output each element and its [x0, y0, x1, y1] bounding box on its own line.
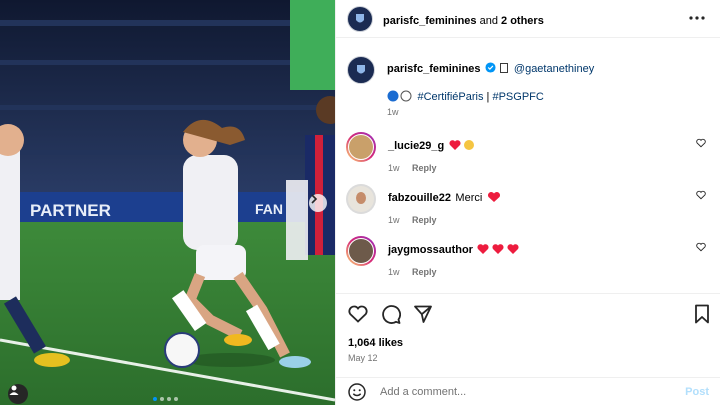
commenter-avatar[interactable]	[346, 236, 376, 266]
header-account-link[interactable]: parisfc_feminines	[383, 15, 477, 27]
tagged-users-button[interactable]	[8, 384, 28, 404]
caption-username[interactable]: parisfc_feminines	[387, 63, 481, 75]
comment: _lucie29_g 1w Reply	[346, 130, 716, 178]
header-and-text: and	[476, 15, 502, 27]
like-comment-heart-icon[interactable]	[696, 138, 706, 148]
comment-body: _lucie29_g	[388, 136, 477, 154]
comment-input[interactable]: Add a comment...	[380, 386, 660, 398]
comment-meta: 1w Reply	[388, 158, 436, 176]
comment-body: jaygmossauthor	[388, 240, 521, 258]
post-comment-button[interactable]: Post	[685, 386, 709, 398]
comment: fabzouille22 Merci 1w Reply	[346, 182, 716, 230]
carousel-next-button[interactable]	[309, 194, 327, 212]
circle-emojis	[387, 90, 412, 102]
carousel-dot	[153, 397, 157, 401]
more-options-button[interactable]	[687, 9, 707, 27]
reply-button[interactable]: Reply	[412, 163, 437, 173]
like-comment-heart-icon[interactable]	[696, 242, 706, 252]
carousel-dot	[167, 397, 171, 401]
caption-line-1: parisfc_feminines @gaetanethiney	[387, 59, 594, 77]
like-comment-heart-icon[interactable]	[696, 190, 706, 200]
comment: jaygmossauthor 1w Reply	[346, 234, 716, 282]
caption: parisfc_feminines @gaetanethiney #Certif…	[336, 38, 720, 128]
carousel-dot	[160, 397, 164, 401]
comment-meta: 1w Reply	[388, 210, 436, 228]
comment-username[interactable]: jaygmossauthor	[388, 244, 473, 256]
chevron-right-icon	[311, 194, 318, 204]
caption-line-2: #CertifiéParis | #PSGPFC	[387, 87, 544, 105]
like-heart-icon[interactable]	[348, 305, 368, 323]
add-comment-bar: Add a comment... Post	[336, 377, 720, 405]
carousel-dot	[174, 397, 178, 401]
comment-username[interactable]: fabzouille22	[388, 192, 451, 204]
save-bookmark-icon[interactable]	[694, 304, 710, 324]
post-actions	[336, 293, 720, 333]
comment-body: fabzouille22 Merci	[388, 188, 501, 206]
red-heart-emoji-icon	[487, 191, 500, 202]
more-horizontal-icon	[689, 16, 705, 20]
share-paper-plane-icon[interactable]	[413, 304, 433, 324]
comment-username[interactable]: _lucie29_g	[388, 140, 444, 152]
paris-fc-logo-icon	[349, 58, 373, 82]
flag-icon	[500, 63, 509, 73]
likes-count[interactable]: 1,064 likes	[348, 337, 403, 349]
reply-button[interactable]: Reply	[412, 215, 437, 225]
comment-time: 1w	[388, 215, 400, 225]
commenter-avatar[interactable]	[346, 132, 376, 162]
post-date: May 12	[348, 353, 378, 363]
header-others-link[interactable]: 2 others	[501, 15, 544, 27]
account-avatar[interactable]	[347, 6, 373, 32]
match-photo-illustration: PARTNER FAN	[0, 0, 335, 405]
comment-time: 1w	[388, 163, 400, 173]
banner-text: PARTNER	[30, 201, 111, 220]
three-heart-emojis	[477, 244, 519, 254]
commenter-avatar[interactable]	[346, 184, 376, 214]
hashtag-certifie-paris[interactable]: #CertifiéParis	[417, 91, 483, 103]
caption-avatar[interactable]	[347, 56, 375, 84]
comment-meta: 1w Reply	[388, 262, 436, 280]
post-header: parisfc_feminines and 2 others	[336, 0, 720, 38]
caption-mention[interactable]: @gaetanethiney	[514, 63, 594, 75]
caption-time: 1w	[387, 107, 399, 117]
post-panel: parisfc_feminines and 2 others parisfc_f…	[335, 0, 720, 405]
banner-text-2: FAN	[255, 201, 283, 217]
comment-text: Merci	[455, 192, 483, 204]
post-photo: PARTNER FAN	[0, 0, 335, 405]
comment-time: 1w	[388, 267, 400, 277]
verified-badge-icon	[485, 62, 496, 73]
reply-button[interactable]: Reply	[412, 267, 437, 277]
hashtag-psgpfc[interactable]: #PSGPFC	[492, 91, 543, 103]
carousel-dots	[153, 397, 178, 401]
header-title: parisfc_feminines and 2 others	[383, 11, 544, 29]
smiley-icon[interactable]	[348, 383, 366, 401]
heart-clap-emojis	[449, 140, 474, 150]
comment-bubble-icon[interactable]	[381, 304, 401, 324]
paris-fc-logo-icon	[349, 8, 371, 30]
user-icon	[9, 385, 19, 395]
